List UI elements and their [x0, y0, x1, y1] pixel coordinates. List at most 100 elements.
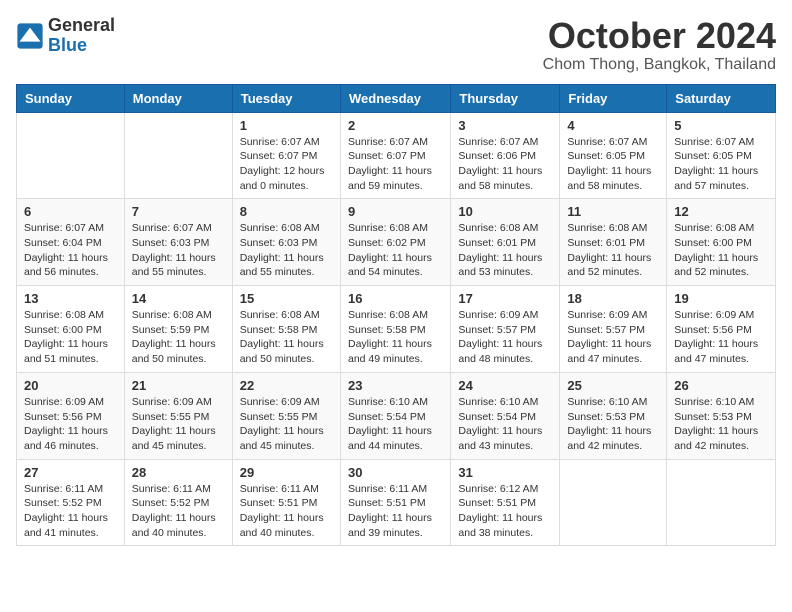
week-row-4: 27 Sunrise: 6:11 AM Sunset: 5:52 PM Dayli…	[17, 459, 776, 546]
day-info-2-1: Sunrise: 6:08 AM Sunset: 5:59 PM Dayligh…	[132, 308, 225, 367]
location: Chom Thong, Bangkok, Thailand	[543, 56, 776, 74]
day-number-1-6: 12	[674, 204, 768, 219]
day-number-1-1: 7	[132, 204, 225, 219]
day-cell-1-6: 12 Sunrise: 6:08 AM Sunset: 6:00 PM Dayli…	[667, 199, 776, 286]
page-header: General Blue October 2024 Chom Thong, Ba…	[16, 16, 776, 74]
day-cell-4-4: 31Sunrise: 6:12 AM Sunset: 5:51 PM Dayli…	[451, 459, 560, 546]
day-number-3-1: 21	[132, 378, 225, 393]
logo-blue: Blue	[48, 36, 115, 56]
day-info-2-5: Sunrise: 6:09 AM Sunset: 5:57 PM Dayligh…	[567, 308, 659, 367]
day-info-0-6: Sunrise: 6:07 AM Sunset: 6:05 PM Dayligh…	[674, 135, 768, 194]
day-number-1-2: 8	[240, 204, 333, 219]
day-info-0-2: Sunrise: 6:07 AM Sunset: 6:07 PM Dayligh…	[240, 135, 333, 194]
day-number-2-3: 16	[348, 291, 443, 306]
day-cell-2-0: 13 Sunrise: 6:08 AM Sunset: 6:00 PM Dayli…	[17, 286, 125, 373]
day-info-4-3: Sunrise: 6:11 AM Sunset: 5:51 PM Dayligh…	[348, 482, 443, 541]
day-info-3-4: Sunrise: 6:10 AM Sunset: 5:54 PM Dayligh…	[458, 395, 552, 454]
day-cell-3-0: 20 Sunrise: 6:09 AM Sunset: 5:56 PM Dayli…	[17, 372, 125, 459]
col-saturday: Saturday	[667, 84, 776, 112]
day-info-2-6: Sunrise: 6:09 AM Sunset: 5:56 PM Dayligh…	[674, 308, 768, 367]
day-info-1-6: Sunrise: 6:08 AM Sunset: 6:00 PM Dayligh…	[674, 221, 768, 280]
day-number-4-4: 31	[458, 465, 552, 480]
day-cell-2-2: 15 Sunrise: 6:08 AM Sunset: 5:58 PM Dayli…	[232, 286, 340, 373]
day-info-2-0: Sunrise: 6:08 AM Sunset: 6:00 PM Dayligh…	[24, 308, 117, 367]
day-info-4-1: Sunrise: 6:11 AM Sunset: 5:52 PM Dayligh…	[132, 482, 225, 541]
day-info-4-0: Sunrise: 6:11 AM Sunset: 5:52 PM Dayligh…	[24, 482, 117, 541]
day-number-4-3: 30	[348, 465, 443, 480]
day-number-3-3: 23	[348, 378, 443, 393]
day-cell-3-5: 25 Sunrise: 6:10 AM Sunset: 5:53 PM Dayli…	[560, 372, 667, 459]
day-info-2-2: Sunrise: 6:08 AM Sunset: 5:58 PM Dayligh…	[240, 308, 333, 367]
day-info-2-4: Sunrise: 6:09 AM Sunset: 5:57 PM Dayligh…	[458, 308, 552, 367]
day-cell-3-6: 26 Sunrise: 6:10 AM Sunset: 5:53 PM Dayli…	[667, 372, 776, 459]
day-cell-2-4: 17 Sunrise: 6:09 AM Sunset: 5:57 PM Dayli…	[451, 286, 560, 373]
day-cell-4-5	[560, 459, 667, 546]
day-info-3-6: Sunrise: 6:10 AM Sunset: 5:53 PM Dayligh…	[674, 395, 768, 454]
day-info-0-4: Sunrise: 6:07 AM Sunset: 6:06 PM Dayligh…	[458, 135, 552, 194]
day-cell-2-6: 19Sunrise: 6:09 AM Sunset: 5:56 PM Dayli…	[667, 286, 776, 373]
week-row-3: 20 Sunrise: 6:09 AM Sunset: 5:56 PM Dayli…	[17, 372, 776, 459]
day-number-2-1: 14	[132, 291, 225, 306]
day-info-3-2: Sunrise: 6:09 AM Sunset: 5:55 PM Dayligh…	[240, 395, 333, 454]
week-row-2: 13 Sunrise: 6:08 AM Sunset: 6:00 PM Dayli…	[17, 286, 776, 373]
day-cell-2-5: 18Sunrise: 6:09 AM Sunset: 5:57 PM Dayli…	[560, 286, 667, 373]
day-info-1-2: Sunrise: 6:08 AM Sunset: 6:03 PM Dayligh…	[240, 221, 333, 280]
col-wednesday: Wednesday	[340, 84, 450, 112]
day-cell-0-1	[124, 112, 232, 199]
title-block: October 2024 Chom Thong, Bangkok, Thaila…	[543, 16, 776, 74]
calendar-table: Sunday Monday Tuesday Wednesday Thursday…	[16, 84, 776, 547]
day-number-0-5: 4	[567, 118, 659, 133]
day-number-4-2: 29	[240, 465, 333, 480]
day-info-3-0: Sunrise: 6:09 AM Sunset: 5:56 PM Dayligh…	[24, 395, 117, 454]
day-number-3-5: 25	[567, 378, 659, 393]
day-info-1-0: Sunrise: 6:07 AM Sunset: 6:04 PM Dayligh…	[24, 221, 117, 280]
day-number-3-0: 20	[24, 378, 117, 393]
day-cell-1-1: 7 Sunrise: 6:07 AM Sunset: 6:03 PM Daylig…	[124, 199, 232, 286]
day-cell-1-5: 11Sunrise: 6:08 AM Sunset: 6:01 PM Dayli…	[560, 199, 667, 286]
day-number-3-6: 26	[674, 378, 768, 393]
day-cell-1-2: 8 Sunrise: 6:08 AM Sunset: 6:03 PM Daylig…	[232, 199, 340, 286]
day-info-1-3: Sunrise: 6:08 AM Sunset: 6:02 PM Dayligh…	[348, 221, 443, 280]
col-tuesday: Tuesday	[232, 84, 340, 112]
day-cell-3-3: 23 Sunrise: 6:10 AM Sunset: 5:54 PM Dayli…	[340, 372, 450, 459]
day-number-0-2: 1	[240, 118, 333, 133]
day-cell-2-1: 14 Sunrise: 6:08 AM Sunset: 5:59 PM Dayli…	[124, 286, 232, 373]
week-row-0: 1 Sunrise: 6:07 AM Sunset: 6:07 PM Daylig…	[17, 112, 776, 199]
day-number-0-3: 2	[348, 118, 443, 133]
day-number-4-1: 28	[132, 465, 225, 480]
day-number-3-2: 22	[240, 378, 333, 393]
day-cell-2-3: 16Sunrise: 6:08 AM Sunset: 5:58 PM Dayli…	[340, 286, 450, 373]
day-info-1-1: Sunrise: 6:07 AM Sunset: 6:03 PM Dayligh…	[132, 221, 225, 280]
col-sunday: Sunday	[17, 84, 125, 112]
day-cell-0-5: 4 Sunrise: 6:07 AM Sunset: 6:05 PM Daylig…	[560, 112, 667, 199]
day-number-1-0: 6	[24, 204, 117, 219]
day-info-1-5: Sunrise: 6:08 AM Sunset: 6:01 PM Dayligh…	[567, 221, 659, 280]
day-info-0-5: Sunrise: 6:07 AM Sunset: 6:05 PM Dayligh…	[567, 135, 659, 194]
week-row-1: 6 Sunrise: 6:07 AM Sunset: 6:04 PM Daylig…	[17, 199, 776, 286]
month-title: October 2024	[543, 16, 776, 56]
day-number-2-4: 17	[458, 291, 552, 306]
day-number-0-6: 5	[674, 118, 768, 133]
day-info-1-4: Sunrise: 6:08 AM Sunset: 6:01 PM Dayligh…	[458, 221, 552, 280]
day-number-2-0: 13	[24, 291, 117, 306]
day-cell-4-6	[667, 459, 776, 546]
day-info-3-3: Sunrise: 6:10 AM Sunset: 5:54 PM Dayligh…	[348, 395, 443, 454]
day-cell-1-0: 6 Sunrise: 6:07 AM Sunset: 6:04 PM Daylig…	[17, 199, 125, 286]
day-number-3-4: 24	[458, 378, 552, 393]
logo-text: General Blue	[48, 16, 115, 56]
day-number-4-0: 27	[24, 465, 117, 480]
logo: General Blue	[16, 16, 115, 56]
logo-icon	[16, 22, 44, 50]
day-cell-4-3: 30 Sunrise: 6:11 AM Sunset: 5:51 PM Dayli…	[340, 459, 450, 546]
day-cell-3-1: 21Sunrise: 6:09 AM Sunset: 5:55 PM Dayli…	[124, 372, 232, 459]
day-cell-4-0: 27 Sunrise: 6:11 AM Sunset: 5:52 PM Dayli…	[17, 459, 125, 546]
col-friday: Friday	[560, 84, 667, 112]
header-row: Sunday Monday Tuesday Wednesday Thursday…	[17, 84, 776, 112]
day-number-2-2: 15	[240, 291, 333, 306]
day-number-1-4: 10	[458, 204, 552, 219]
day-number-1-3: 9	[348, 204, 443, 219]
col-monday: Monday	[124, 84, 232, 112]
col-thursday: Thursday	[451, 84, 560, 112]
day-cell-0-3: 2Sunrise: 6:07 AM Sunset: 6:07 PM Daylig…	[340, 112, 450, 199]
day-info-3-5: Sunrise: 6:10 AM Sunset: 5:53 PM Dayligh…	[567, 395, 659, 454]
